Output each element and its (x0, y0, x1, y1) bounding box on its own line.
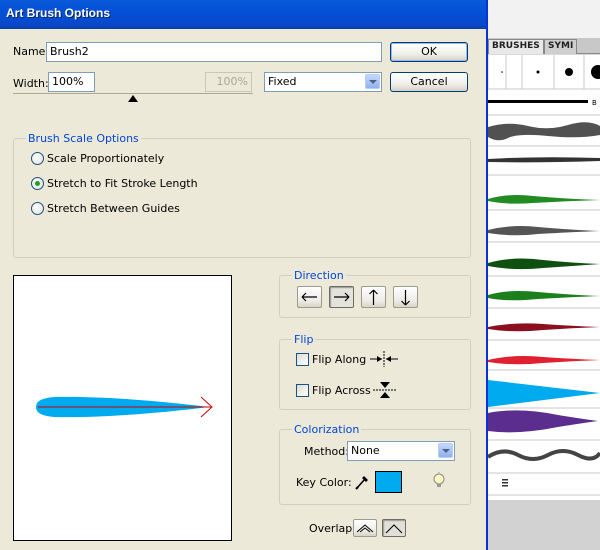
brush-list-graphics: B (488, 55, 600, 496)
brush-list: B (488, 55, 600, 500)
panel-top-bar (488, 0, 600, 38)
dialog-title: Art Brush Options (6, 6, 110, 20)
brush-dot-1pt[interactable] (501, 71, 503, 73)
brush-charcoal[interactable] (488, 122, 600, 141)
stretch-between-guides-radio[interactable] (31, 202, 44, 215)
brush-rule[interactable] (488, 100, 588, 103)
key-color-label: Key Color: (296, 476, 352, 489)
flip-along-icon (370, 351, 398, 367)
scale-proportionately-label[interactable]: Scale Proportionately (47, 152, 164, 165)
method-select[interactable]: None (347, 441, 455, 461)
brush-preview (13, 275, 232, 541)
overlap-adjust-button[interactable] (353, 519, 377, 537)
flip-across-icon (373, 382, 397, 398)
brush-dark-green-taper[interactable] (488, 258, 600, 270)
method-value: None (351, 444, 380, 457)
preview-graphic (36, 396, 213, 418)
arrow-left-icon (301, 292, 317, 302)
width-slider-thumb[interactable] (128, 95, 138, 102)
direction-right-button[interactable] (329, 286, 354, 308)
name-input[interactable]: Brush2 (46, 42, 382, 62)
overlap-adjust-icon (356, 524, 374, 533)
key-color-swatch[interactable] (375, 471, 402, 493)
brush-dot-3pt[interactable] (536, 70, 540, 74)
stretch-to-fit-label[interactable]: Stretch to Fit Stroke Length (47, 177, 198, 190)
width-variation-input: 100% (205, 72, 252, 92)
width-mode-select[interactable]: Fixed (264, 72, 382, 92)
chevron-down-icon[interactable] (438, 443, 453, 458)
direction-legend: Direction (292, 269, 346, 282)
flip-legend: Flip (292, 333, 316, 346)
arrow-down-icon (401, 290, 410, 306)
tab-symbols[interactable]: SYMI (544, 39, 578, 54)
direction-down-button[interactable] (393, 286, 418, 308)
scale-proportionately-radio[interactable] (31, 152, 44, 165)
brush-mid-green-taper[interactable] (488, 291, 600, 301)
brush-purple[interactable] (488, 410, 598, 433)
brush-blue-selected[interactable] (488, 380, 600, 407)
cancel-button[interactable]: Cancel (390, 72, 468, 92)
arrow-up-icon (369, 289, 378, 305)
svg-text:B: B (592, 99, 597, 107)
panel-bottom-area (488, 500, 600, 550)
width-slider-track[interactable] (13, 93, 253, 94)
width-input[interactable]: 100% (48, 72, 95, 92)
method-label: Method: (304, 445, 349, 458)
brush-dot-5pt[interactable] (565, 68, 573, 76)
flip-along-checkbox[interactable] (296, 353, 309, 366)
tips-lightbulb-icon[interactable] (432, 472, 446, 490)
art-brush-options-dialog: Art Brush Options Name: Brush2 OK Width:… (0, 0, 488, 550)
name-label: Name: (13, 45, 50, 58)
flip-along-label[interactable]: Flip Along (312, 353, 366, 366)
width-mode-value: Fixed (268, 75, 297, 88)
overlap-label: Overlap: (309, 522, 356, 535)
direction-up-button[interactable] (361, 286, 386, 308)
brush-scale-legend: Brush Scale Options (26, 132, 141, 145)
brush-thin-rough[interactable] (488, 157, 600, 163)
brushes-panel: BRUSHES SYMI B (488, 0, 600, 550)
tab-brushes[interactable]: BRUSHES (488, 39, 544, 54)
arrow-right-icon (334, 292, 350, 302)
brush-red-taper[interactable] (488, 356, 600, 365)
brush-gray-taper[interactable] (488, 226, 600, 236)
brush-green-taper[interactable] (488, 195, 600, 204)
direction-left-button[interactable] (297, 286, 322, 308)
chevron-down-icon[interactable] (365, 74, 380, 89)
colorization-legend: Colorization (292, 423, 362, 436)
panel-tab-bar: BRUSHES SYMI (488, 38, 600, 54)
stretch-to-fit-radio[interactable] (31, 177, 44, 190)
width-label: Width: (13, 77, 49, 90)
ok-button[interactable]: OK (390, 42, 468, 62)
overlap-none-button[interactable] (382, 519, 406, 537)
brush-dot-10pt[interactable] (591, 65, 600, 79)
flip-across-checkbox[interactable] (296, 384, 309, 397)
dialog-titlebar[interactable]: Art Brush Options (0, 0, 486, 29)
flip-across-label[interactable]: Flip Across (312, 384, 371, 397)
stretch-between-guides-label[interactable]: Stretch Between Guides (47, 202, 180, 215)
eyedropper-icon[interactable] (354, 473, 370, 491)
brush-maroon-taper[interactable] (488, 323, 600, 332)
brush-wavy[interactable] (488, 449, 600, 461)
overlap-none-icon (385, 524, 403, 534)
